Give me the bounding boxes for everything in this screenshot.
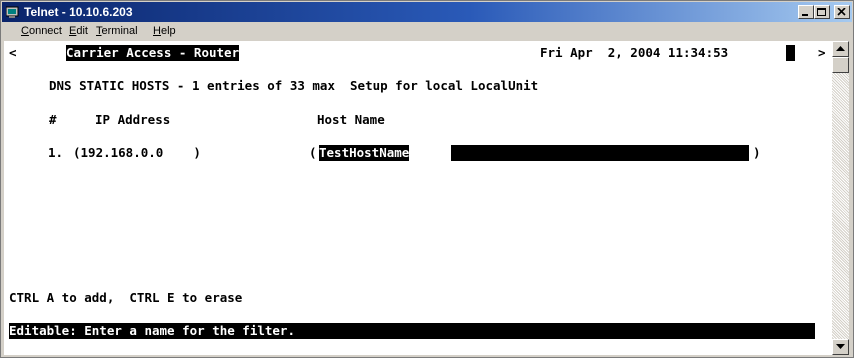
minimize-icon (802, 14, 808, 16)
header-datetime: Fri Apr 2, 2004 11:34:53 (540, 45, 729, 60)
vertical-scrollbar[interactable] (832, 41, 849, 355)
menu-connect[interactable]: Connect (21, 22, 62, 40)
scroll-down-button[interactable] (832, 339, 849, 355)
menu-terminal[interactable]: Terminal (96, 22, 138, 40)
status-line: Editable: Enter a name for the filter. (9, 323, 815, 339)
row-number: 1. (48, 145, 64, 160)
menu-help[interactable]: Help (153, 22, 176, 40)
row-ip-address[interactable]: (192.168.0.0 ) (73, 145, 201, 161)
keyboard-hint: CTRL A to add, CTRL E to erase (9, 290, 243, 305)
scroll-thumb[interactable] (832, 57, 849, 73)
maximize-icon (817, 8, 826, 16)
column-header-num: # (49, 112, 57, 127)
host-name-close-paren: ) (753, 145, 761, 160)
column-header-ip: IP Address (95, 112, 171, 127)
telnet-app-icon (6, 6, 19, 18)
window-title: Telnet - 10.10.6.203 (24, 5, 133, 19)
terminal-screen[interactable]: < Carrier Access - Router Fri Apr 2, 200… (4, 41, 832, 355)
title-bar[interactable]: Telnet - 10.10.6.203 (2, 2, 852, 22)
close-icon (837, 8, 846, 16)
minimize-button[interactable] (798, 5, 814, 19)
menu-bar: Connect Edit Terminal Help (2, 22, 852, 40)
close-button[interactable] (834, 5, 850, 19)
nav-right-arrow: > (818, 45, 826, 60)
header-title: Carrier Access - Router (66, 45, 240, 61)
scroll-up-arrow-icon (836, 46, 845, 51)
host-name-field-value[interactable]: TestHostName (319, 145, 410, 161)
telnet-window: Telnet - 10.10.6.203 Connect Edit Termin… (0, 0, 854, 358)
scroll-up-button[interactable] (832, 41, 849, 57)
scroll-down-arrow-icon (836, 344, 845, 349)
nav-left-arrow: < (9, 45, 17, 60)
host-name-field-fill[interactable] (451, 145, 749, 161)
cursor-block (786, 45, 795, 61)
maximize-button[interactable] (814, 5, 830, 19)
screen-title: DNS STATIC HOSTS - 1 entries of 33 max S… (49, 78, 539, 93)
host-name-open-paren: ( (309, 145, 317, 160)
column-header-host: Host Name (317, 112, 385, 127)
menu-edit[interactable]: Edit (69, 22, 88, 40)
